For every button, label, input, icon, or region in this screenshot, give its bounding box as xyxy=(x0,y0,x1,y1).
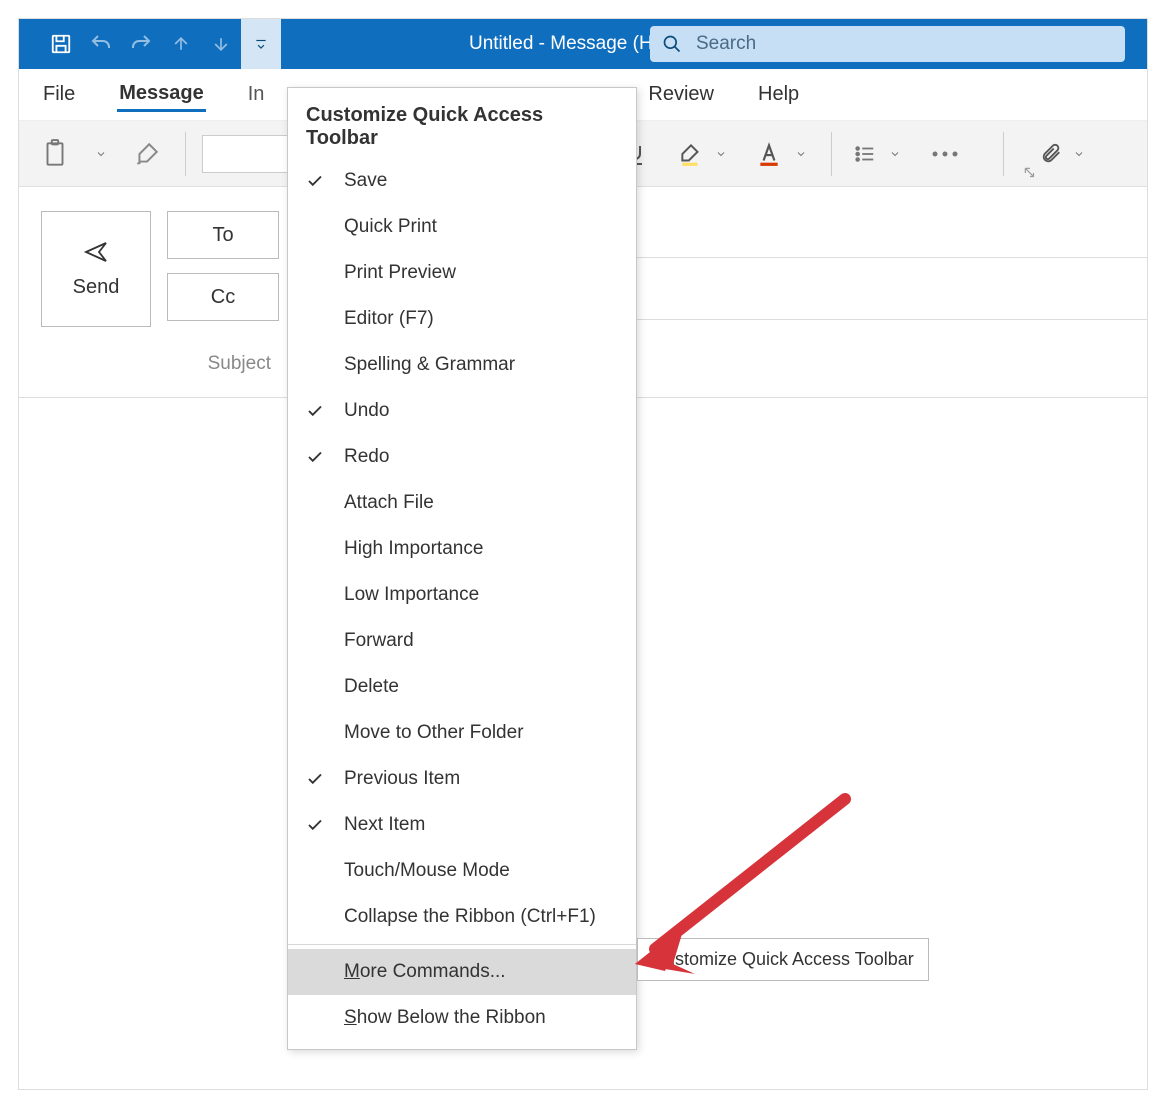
paste-icon[interactable] xyxy=(33,130,77,178)
menu-item-label: Delete xyxy=(344,676,399,698)
menu-item-label: Attach File xyxy=(344,492,434,514)
menu-item-label: Touch/Mouse Mode xyxy=(344,860,510,882)
tooltip: Customize Quick Access Toolbar xyxy=(637,938,929,981)
menu-item[interactable]: High Importance xyxy=(288,526,636,572)
menu-item-more-commands[interactable]: More Commands... xyxy=(288,949,636,995)
menu-item[interactable]: Move to Other Folder xyxy=(288,710,636,756)
menu-item-label: Next Item xyxy=(344,814,425,836)
menu-title: Customize Quick Access Toolbar xyxy=(288,88,636,158)
font-color-dropdown-icon[interactable] xyxy=(785,130,817,178)
paste-dropdown-icon[interactable] xyxy=(85,130,117,178)
check-icon xyxy=(306,770,344,788)
search-box[interactable]: Search xyxy=(650,26,1125,62)
customize-qat-dropdown-button[interactable] xyxy=(241,19,281,69)
send-icon xyxy=(79,240,113,264)
separator xyxy=(185,132,186,176)
send-label: Send xyxy=(73,276,120,299)
cc-button[interactable]: Cc xyxy=(167,273,279,321)
previous-item-icon[interactable] xyxy=(161,19,201,69)
menu-item-label: Undo xyxy=(344,400,389,422)
menu-item[interactable]: Print Preview xyxy=(288,250,636,296)
subject-label: Subject xyxy=(169,353,281,375)
menu-item[interactable]: Next Item xyxy=(288,802,636,848)
title-bar: Untitled - Message (HTML) Search xyxy=(19,19,1147,69)
check-icon xyxy=(306,172,344,190)
tab-help[interactable]: Help xyxy=(756,79,801,110)
send-button[interactable]: Send xyxy=(41,211,151,327)
search-icon xyxy=(662,34,682,54)
tab-file[interactable]: File xyxy=(41,79,77,110)
menu-item-label: High Importance xyxy=(344,538,483,560)
search-placeholder: Search xyxy=(696,33,756,55)
menu-item[interactable]: Editor (F7) xyxy=(288,296,636,342)
tab-review[interactable]: Review xyxy=(646,79,716,110)
menu-item[interactable]: Delete xyxy=(288,664,636,710)
menu-item[interactable]: Low Importance xyxy=(288,572,636,618)
quick-access-toolbar xyxy=(19,19,281,69)
menu-item-label: Save xyxy=(344,170,387,192)
bullets-dropdown-icon[interactable] xyxy=(879,130,911,178)
next-item-icon[interactable] xyxy=(201,19,241,69)
save-icon[interactable] xyxy=(41,19,81,69)
menu-item[interactable]: Forward xyxy=(288,618,636,664)
format-painter-icon[interactable] xyxy=(125,130,169,178)
menu-item[interactable]: Previous Item xyxy=(288,756,636,802)
menu-item-label: Redo xyxy=(344,446,389,468)
more-options-icon[interactable] xyxy=(923,130,967,178)
check-icon xyxy=(306,402,344,420)
menu-item-label: Collapse the Ribbon (Ctrl+F1) xyxy=(344,906,596,928)
menu-item-label: Previous Item xyxy=(344,768,460,790)
menu-item-label: Editor (F7) xyxy=(344,308,434,330)
menu-item-label: Low Importance xyxy=(344,584,479,606)
menu-item[interactable]: Quick Print xyxy=(288,204,636,250)
menu-item[interactable]: Attach File xyxy=(288,480,636,526)
undo-icon[interactable] xyxy=(81,19,121,69)
menu-item-label: Quick Print xyxy=(344,216,437,238)
redo-icon[interactable] xyxy=(121,19,161,69)
tab-message[interactable]: Message xyxy=(117,78,206,112)
menu-item[interactable]: Collapse the Ribbon (Ctrl+F1) xyxy=(288,894,636,940)
separator xyxy=(1003,132,1004,176)
highlight-dropdown-icon[interactable] xyxy=(705,130,737,178)
attach-dropdown-icon[interactable] xyxy=(1063,130,1095,178)
menu-item[interactable]: Save xyxy=(288,158,636,204)
to-button[interactable]: To xyxy=(167,211,279,259)
separator xyxy=(831,132,832,176)
menu-item-label: Print Preview xyxy=(344,262,456,284)
menu-item-label: Forward xyxy=(344,630,414,652)
check-icon xyxy=(306,448,344,466)
customize-qat-menu: Customize Quick Access Toolbar Save Quick… xyxy=(287,87,637,1050)
menu-item[interactable]: Touch/Mouse Mode xyxy=(288,848,636,894)
menu-item[interactable]: Undo xyxy=(288,388,636,434)
menu-item[interactable]: Spelling & Grammar xyxy=(288,342,636,388)
menu-item-label: Move to Other Folder xyxy=(344,722,524,744)
menu-item[interactable]: Redo xyxy=(288,434,636,480)
menu-item-show-below-ribbon[interactable]: Show Below the Ribbon xyxy=(288,995,636,1041)
font-selector-partial[interactable] xyxy=(202,135,288,173)
check-icon xyxy=(306,816,344,834)
tab-insert-partial[interactable]: In xyxy=(246,79,267,110)
menu-item-label: Spelling & Grammar xyxy=(344,354,515,376)
